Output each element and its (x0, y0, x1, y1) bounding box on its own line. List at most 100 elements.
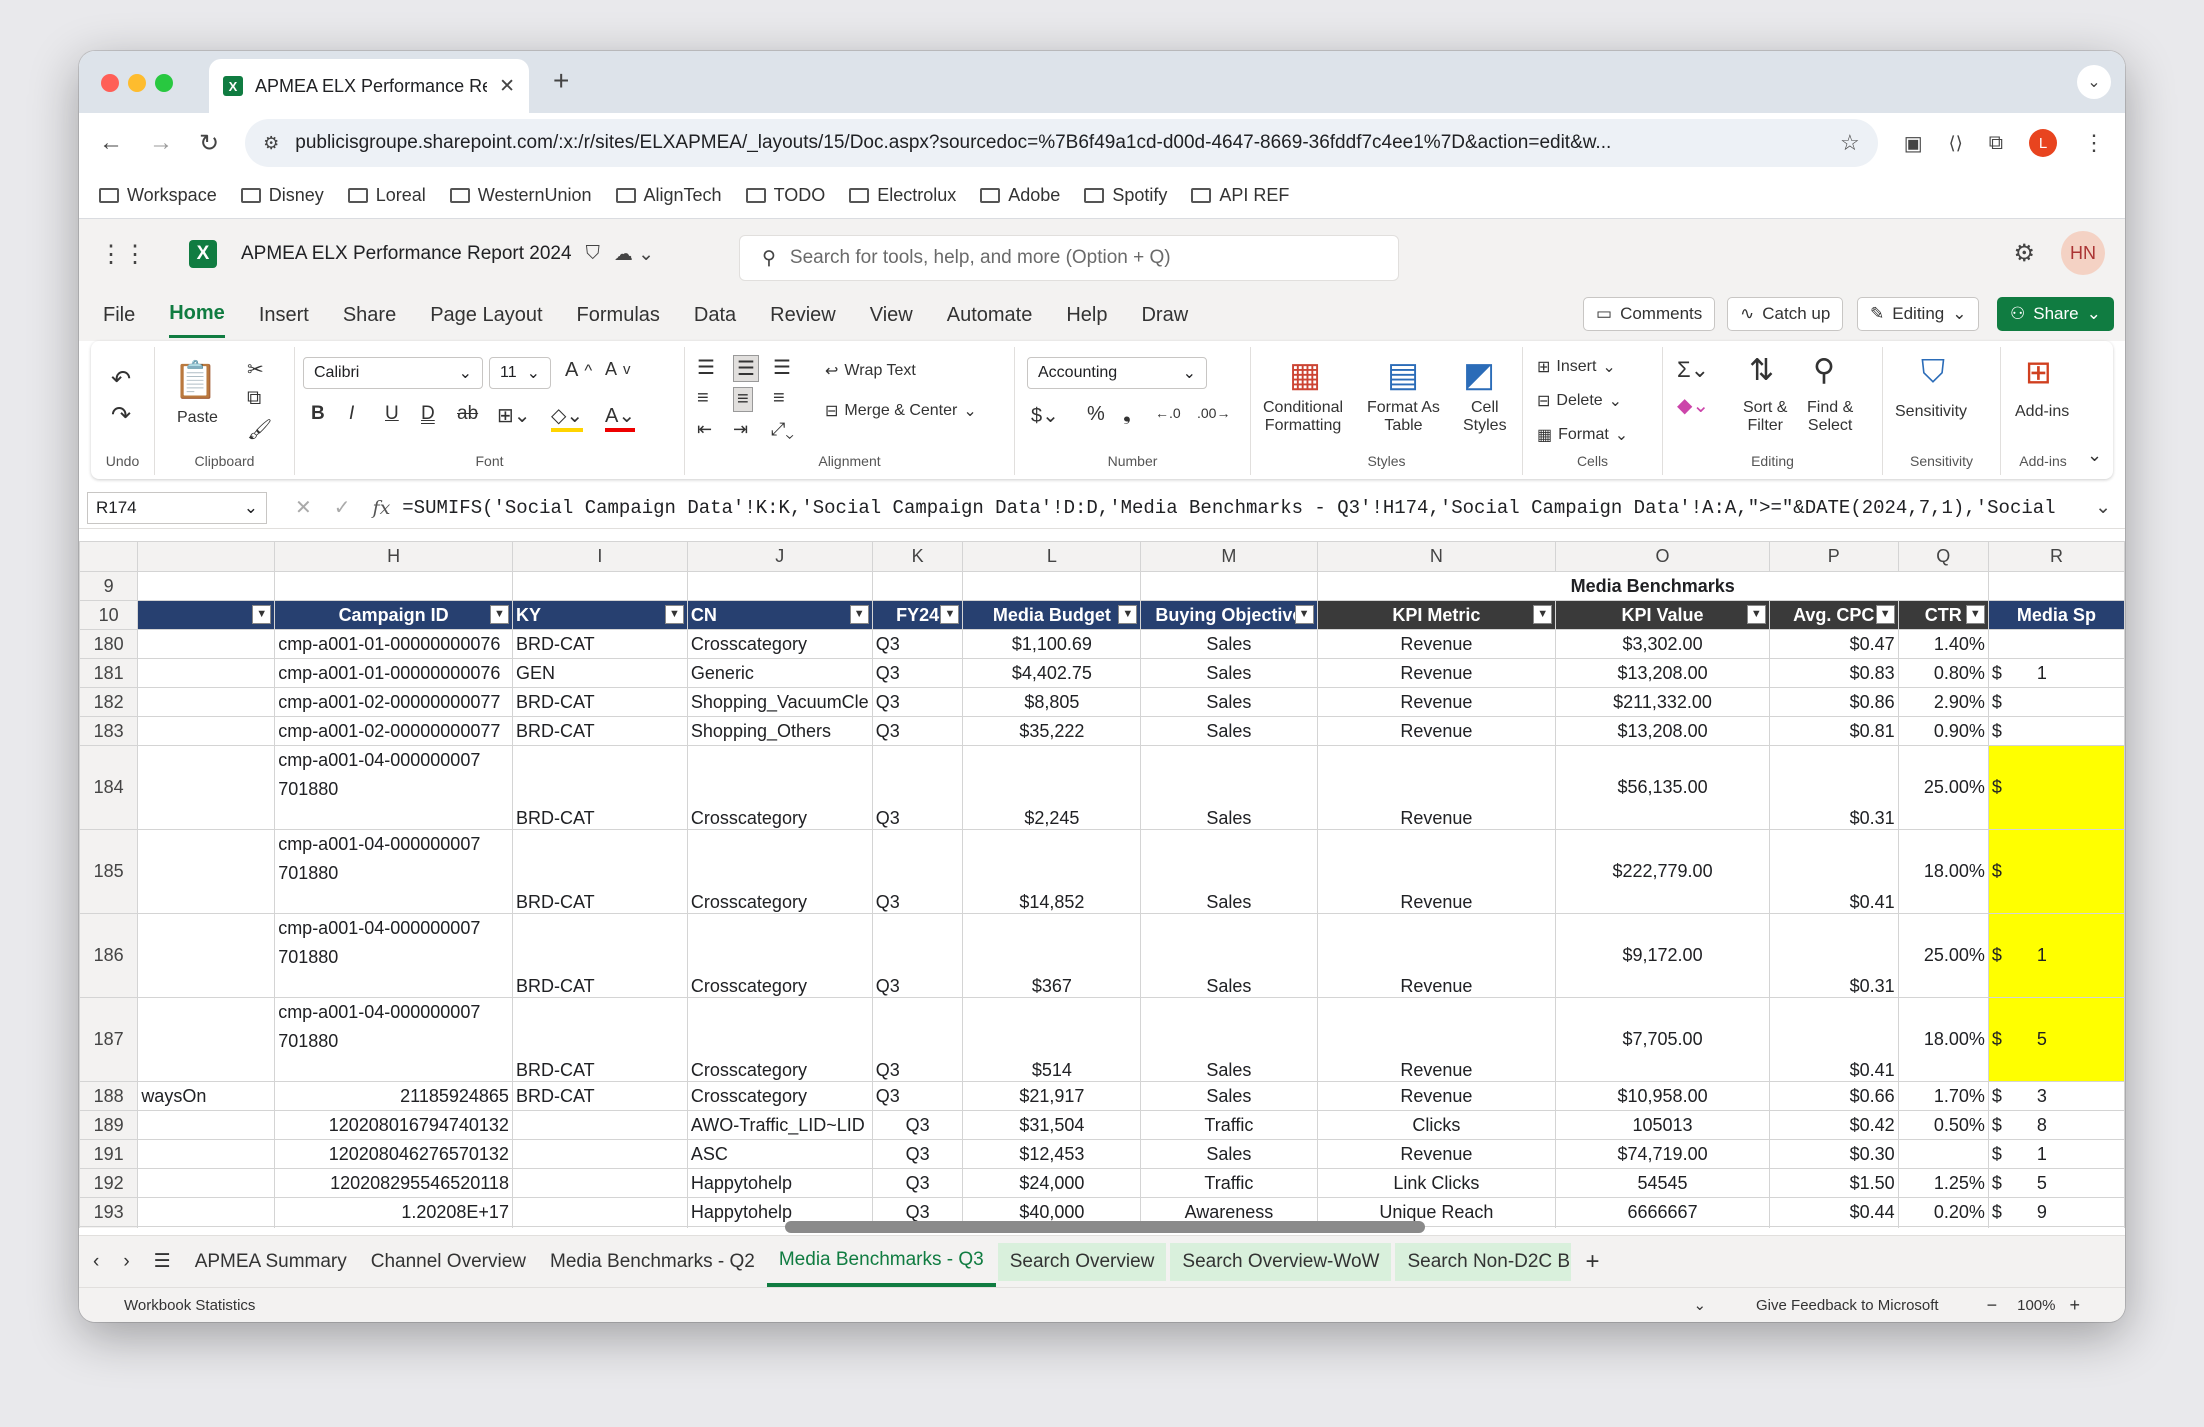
editing-mode-button[interactable]: ✎ Editing ⌄ (1857, 297, 1980, 331)
row-header[interactable]: 183 (79, 716, 139, 746)
column-heading[interactable]: CTR ▼ (1897, 600, 1989, 630)
cell[interactable]: Link Clicks (1316, 1168, 1557, 1198)
zoom-out-icon[interactable]: − (1987, 1295, 1998, 1316)
cell[interactable] (511, 1226, 688, 1228)
cell[interactable]: cmp-a001-02-00000000077 (274, 687, 513, 717)
cell[interactable]: ~WHSYT_CN~YouTubeVRC (274, 1226, 513, 1228)
column-header-j[interactable]: J (775, 546, 784, 566)
sheet-tab-search-overview[interactable]: Search Overview (997, 1242, 1167, 1281)
row-header[interactable]: 188 (79, 1081, 139, 1111)
cell[interactable] (137, 1110, 276, 1140)
filter-dropdown-icon[interactable]: ▼ (849, 605, 869, 624)
cell[interactable] (137, 1168, 276, 1198)
tab-view[interactable]: View (870, 294, 913, 337)
sort-filter-label[interactable]: Sort & Filter (1743, 399, 1787, 435)
cell[interactable]: 2.90% (1897, 687, 1989, 717)
cell[interactable]: Q3 (871, 687, 964, 717)
cell[interactable]: 54545 (1555, 1168, 1770, 1198)
row-header[interactable]: 185 (79, 829, 139, 914)
conditional-formatting-label[interactable]: Conditional Formatting (1263, 399, 1343, 435)
cell[interactable]: $35,222 (962, 716, 1142, 746)
profile-avatar[interactable]: L (2029, 129, 2057, 157)
autosum-icon[interactable]: Σ⌄ (1677, 357, 1709, 383)
cell[interactable]: Revenue (1316, 658, 1557, 688)
cell[interactable]: Revenue (1316, 1081, 1557, 1111)
cell[interactable]: cmp-a001-04-000000007 701880 (274, 997, 513, 1082)
name-box[interactable]: R174 ⌄ (87, 491, 267, 524)
tab-file[interactable]: File (103, 294, 135, 337)
column-header[interactable]: P (1768, 541, 1899, 572)
cell[interactable]: 6666667 (1555, 1197, 1770, 1227)
tab-insert[interactable]: Insert (259, 294, 309, 337)
cell[interactable]: $0.83 (1768, 658, 1899, 688)
cell[interactable] (137, 658, 276, 688)
cell[interactable]: $ 9 (1987, 1197, 2125, 1227)
cell[interactable]: $1.50 (1768, 1168, 1899, 1198)
cell[interactable] (1987, 571, 2125, 601)
cell[interactable] (137, 1197, 276, 1227)
delete-cells-button[interactable]: ⊟ Delete ⌄ (1537, 391, 1622, 411)
sort-filter-icon[interactable]: ⇅ (1749, 353, 1774, 388)
cell[interactable]: Q3 (871, 745, 964, 830)
cell[interactable]: $ 1 (1987, 913, 2125, 998)
column-header-q[interactable]: Q (1936, 546, 1950, 566)
addins-button[interactable]: Add-ins (2015, 403, 2069, 421)
redo-icon[interactable]: ↷ (111, 401, 131, 430)
prev-sheet-icon[interactable]: ‹ (79, 1236, 111, 1287)
cell[interactable]: $0.86 (1768, 687, 1899, 717)
cell[interactable]: Revenue (1316, 687, 1557, 717)
bookmark-folder[interactable]: TODO (745, 185, 825, 206)
column-header-i[interactable]: I (597, 546, 602, 566)
next-sheet-icon[interactable]: › (111, 1236, 141, 1287)
bookmark-star-icon[interactable]: ☆ (1840, 130, 1860, 156)
merge-center-button[interactable]: ⊟ Merge & Center ⌄ (825, 401, 977, 421)
cell[interactable]: $222,779.00 (1555, 829, 1770, 914)
increase-decimal-icon[interactable]: ←.0 (1155, 405, 1181, 421)
cell[interactable]: 0.90% (1897, 716, 1989, 746)
cell[interactable]: 18.00% (1897, 997, 1989, 1082)
cell[interactable]: 18.00% (1897, 829, 1989, 914)
maximize-window-button[interactable] (155, 74, 173, 92)
cell[interactable]: Sales (1140, 829, 1318, 914)
tab-data[interactable]: Data (694, 294, 736, 337)
cell[interactable]: Clicks (1316, 1110, 1557, 1140)
filter-dropdown-icon[interactable]: ▼ (940, 605, 960, 624)
cell[interactable] (962, 571, 1142, 601)
cell[interactable]: $ 5 (1987, 997, 2125, 1082)
cell[interactable]: Revenue (1316, 913, 1557, 998)
cell[interactable]: $0.44 (1768, 1197, 1899, 1227)
cell[interactable]: $1,100.69 (962, 629, 1142, 659)
cell[interactable] (137, 571, 276, 601)
cell[interactable]: $74,719.00 (1555, 1139, 1770, 1169)
sheet-tab-apmea-summary[interactable]: APMEA Summary (183, 1236, 359, 1287)
cell[interactable]: Sales (1140, 1139, 1318, 1169)
zoom-level[interactable]: 100% (2017, 1297, 2055, 1314)
workbook-title[interactable]: APMEA ELX Performance Report 2024 (241, 243, 572, 265)
cell[interactable]: cmp-a001-04-000000007 701880 (274, 913, 513, 998)
cell[interactable] (137, 1226, 276, 1228)
browser-tab[interactable]: X APMEA ELX Performance Rep ✕ (209, 59, 529, 113)
cell[interactable]: Shopping_VacuumCle (686, 687, 873, 717)
italic-icon[interactable]: I (349, 403, 354, 425)
column-header[interactable]: J (686, 541, 873, 572)
row-header[interactable]: 184 (79, 745, 139, 830)
cell[interactable]: $0.66 (1768, 1081, 1899, 1111)
cell[interactable]: BRD-CAT (511, 829, 688, 914)
cell[interactable]: Q3 (871, 1110, 964, 1140)
cell[interactable]: 105013 (1555, 1110, 1770, 1140)
cell[interactable]: $0.41 (1768, 829, 1899, 914)
filter-dropdown-icon[interactable]: ▼ (1875, 605, 1895, 624)
column-heading[interactable]: Media Sp (1987, 600, 2125, 630)
cell[interactable]: 25.00% (1897, 913, 1989, 998)
borders-icon[interactable]: ⊞⌄ (497, 403, 531, 428)
column-heading[interactable]: KPI Metric ▼ (1316, 600, 1557, 630)
cell[interactable]: $7,705.00 (1555, 997, 1770, 1082)
cell[interactable]: Sales (1140, 687, 1318, 717)
format-cells-button[interactable]: ▦ Format ⌄ (1537, 425, 1628, 445)
cell[interactable]: 120208295546520118 (274, 1168, 513, 1198)
cell[interactable] (137, 997, 276, 1082)
cell[interactable] (137, 745, 276, 830)
cell[interactable]: Crosscategory (686, 829, 873, 914)
bookmark-folder[interactable]: WesternUnion (449, 185, 592, 206)
cell[interactable]: 120208046276570132 (274, 1139, 513, 1169)
